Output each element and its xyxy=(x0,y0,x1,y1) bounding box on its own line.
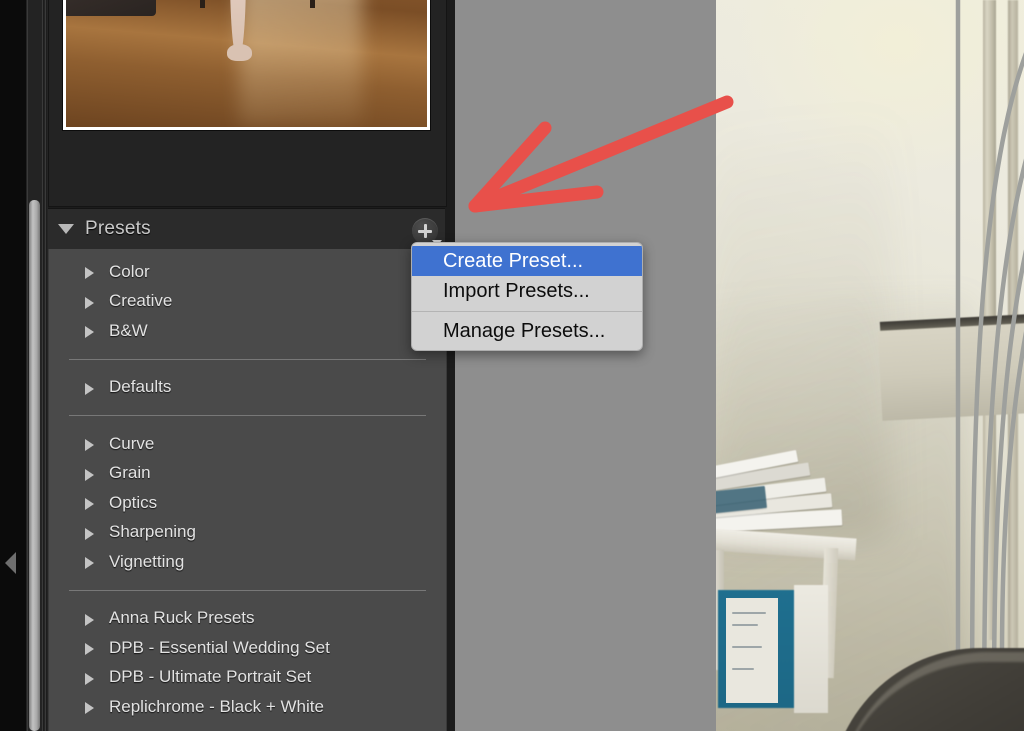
preset-group-row[interactable]: Anna Ruck Presets xyxy=(49,604,446,634)
preset-group-label: Curve xyxy=(109,433,155,453)
canvas-background xyxy=(455,0,710,731)
preset-group-label: Replichrome - Black + White xyxy=(109,696,324,716)
preset-group-row[interactable]: B&W xyxy=(49,316,446,346)
preset-group-row[interactable]: Curve xyxy=(49,429,446,459)
preset-group-color: Color Creative B&W xyxy=(49,257,446,346)
triangle-right-icon[interactable] xyxy=(85,672,94,685)
preset-group-label: Optics xyxy=(109,492,158,512)
triangle-down-icon[interactable] xyxy=(58,224,74,234)
preset-group-label: Anna Ruck Presets xyxy=(109,608,255,628)
preset-group-defaults: Defaults xyxy=(49,373,446,403)
lightroom-window: Presets Color Creative B&W Defaults Curv… xyxy=(0,0,1024,731)
preset-group-row[interactable]: Optics xyxy=(49,488,446,518)
menu-item-manage-presets[interactable]: Manage Presets... xyxy=(412,316,642,346)
navigator-panel xyxy=(48,0,447,207)
preset-group-label: Vignetting xyxy=(109,551,185,571)
triangle-right-icon[interactable] xyxy=(85,557,94,569)
photo-armchair xyxy=(66,0,157,17)
preset-group-adjustments: Curve Grain Optics Sharpening Vignetting xyxy=(49,429,446,577)
presets-header-title: Presets xyxy=(85,218,151,239)
preset-group-row[interactable]: Color xyxy=(49,257,446,287)
paper-stack xyxy=(710,449,845,541)
preset-group-row[interactable]: Defaults xyxy=(49,373,446,403)
left-sidebar: Presets Color Creative B&W Defaults Curv… xyxy=(0,0,455,731)
preset-group-row[interactable]: Replichrome - Black + White xyxy=(49,692,446,722)
document-strip xyxy=(794,585,828,713)
triangle-right-icon[interactable] xyxy=(85,613,94,626)
image-preview[interactable] xyxy=(710,0,1024,731)
preset-group-label: DPB - Essential Wedding Set xyxy=(109,637,330,657)
triangle-right-icon[interactable] xyxy=(85,326,94,338)
triangle-right-icon[interactable] xyxy=(85,296,94,309)
sidebar-scrollbar-thumb[interactable] xyxy=(29,200,40,731)
preset-group-label: Creative xyxy=(109,291,173,311)
photo-subject-foot xyxy=(226,43,252,61)
menu-item-import-presets[interactable]: Import Presets... xyxy=(412,276,642,306)
triangle-right-icon[interactable] xyxy=(85,643,94,655)
triangle-right-icon[interactable] xyxy=(85,527,94,540)
preset-group-user: Anna Ruck Presets DPB - Essential Weddin… xyxy=(49,604,446,722)
preset-group-label: DPB - Ultimate Portrait Set xyxy=(109,667,312,687)
triangle-right-icon[interactable] xyxy=(85,439,94,451)
list-divider xyxy=(69,358,426,360)
navigator-photo xyxy=(66,0,427,127)
panel-gutter xyxy=(0,0,26,731)
preset-group-row[interactable]: DPB - Ultimate Portrait Set xyxy=(49,663,446,693)
triangle-right-icon[interactable] xyxy=(85,382,94,395)
navigator-thumbnail[interactable] xyxy=(63,0,430,130)
triangle-right-icon[interactable] xyxy=(85,468,94,481)
preset-context-menu[interactable]: Create Preset... Import Presets... Manag… xyxy=(411,242,643,351)
preset-group-label: B&W xyxy=(109,320,148,340)
preset-group-label: Grain xyxy=(109,463,151,483)
preset-group-row[interactable]: Creative xyxy=(49,287,446,317)
preset-group-row[interactable]: Sharpening xyxy=(49,518,446,548)
list-divider xyxy=(69,589,426,591)
photo-floor-highlight xyxy=(239,0,362,127)
preset-group-row[interactable]: Vignetting xyxy=(49,547,446,577)
binder-page xyxy=(726,598,778,703)
panel-collapse-arrow-icon[interactable] xyxy=(5,552,16,574)
triangle-right-icon[interactable] xyxy=(85,702,94,714)
canvas-gap xyxy=(710,0,716,731)
menu-separator xyxy=(412,311,642,312)
menu-item-create-preset[interactable]: Create Preset... xyxy=(412,246,642,276)
preset-group-label: Sharpening xyxy=(109,522,196,542)
triangle-right-icon[interactable] xyxy=(85,498,94,510)
list-divider xyxy=(69,415,426,416)
triangle-right-icon[interactable] xyxy=(85,267,94,279)
preset-group-row[interactable]: Grain xyxy=(49,459,446,489)
preset-group-label: Defaults xyxy=(109,377,172,397)
preset-group-row[interactable]: DPB - Essential Wedding Set xyxy=(49,633,446,663)
presets-panel-header[interactable]: Presets xyxy=(48,208,445,250)
preset-group-label: Color xyxy=(109,261,150,281)
presets-list[interactable]: Color Creative B&W Defaults Curve Grain … xyxy=(48,249,447,731)
